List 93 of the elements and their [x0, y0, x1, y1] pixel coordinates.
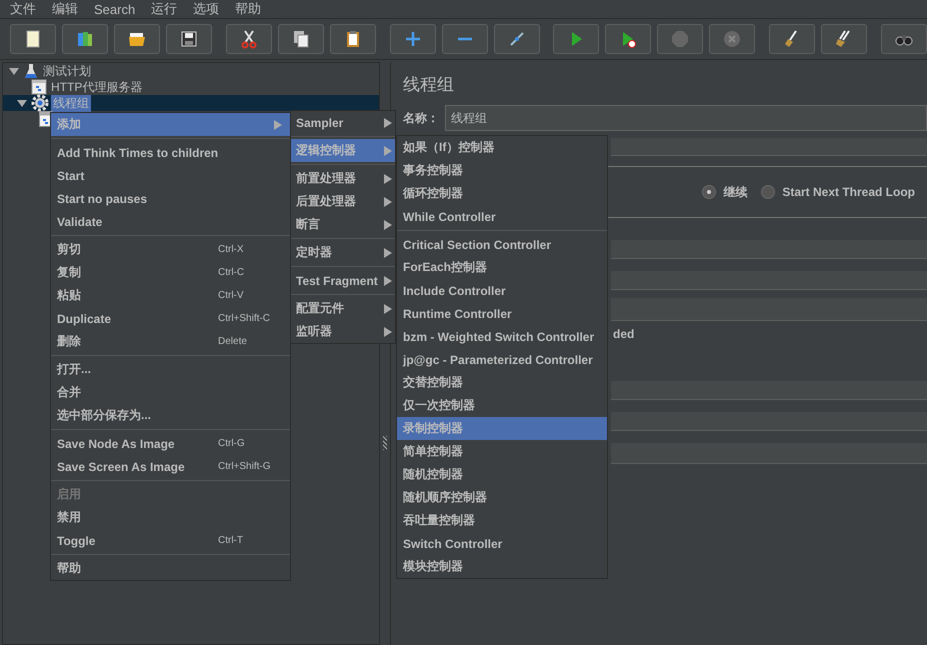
toolbar-button[interactable] [166, 24, 212, 54]
menu-item[interactable]: 随机控制器 [397, 463, 607, 486]
menu-item[interactable]: 剪切 Ctrl-X [51, 238, 290, 261]
menu-bar-item[interactable]: 编辑 [46, 0, 84, 18]
menu-item[interactable]: 合并 [51, 381, 290, 404]
text-field[interactable] [611, 240, 927, 259]
tree-item[interactable]: 测试计划 [41, 62, 93, 80]
menu-item[interactable]: While Controller [397, 205, 607, 228]
radio-option[interactable]: Start Next Thread Loop [761, 184, 915, 200]
menu-item[interactable]: Add Think Times to children [51, 141, 290, 164]
menu-item[interactable]: 模块控制器 [397, 555, 607, 578]
menu-item[interactable]: 交替控制器 [397, 371, 607, 394]
menu-item[interactable]: 帮助 [51, 557, 290, 580]
menu-item[interactable]: 监听器 [291, 320, 395, 343]
text-field[interactable] [611, 412, 927, 431]
menu-bar-item[interactable]: 文件 [4, 0, 42, 18]
menu-item[interactable]: Critical Section Controller [397, 233, 607, 256]
templates-icon [75, 29, 95, 49]
menu-item[interactable]: 断言 [291, 213, 395, 236]
menu-item[interactable]: Save Screen As Image Ctrl+Shift-G [51, 455, 290, 478]
text-field[interactable] [611, 381, 927, 400]
shutdown-icon [722, 29, 742, 49]
toolbar-button[interactable] [278, 24, 324, 54]
shortcut-label: Delete [218, 336, 247, 347]
menu-item[interactable]: 后置处理器 [291, 190, 395, 213]
menu-item[interactable]: 删除 Delete [51, 330, 290, 353]
menu-bar-item[interactable]: 运行 [145, 0, 184, 18]
menu-item[interactable]: Start [51, 164, 290, 187]
shortcut-label: Ctrl-X [218, 244, 244, 255]
menu-item[interactable]: bzm - Weighted Switch Controller [397, 325, 607, 348]
menu-item[interactable]: Save Node As Image Ctrl-G [51, 432, 290, 455]
menu-item[interactable]: 事务控制器 [397, 159, 607, 182]
splitter-handle[interactable] [383, 436, 387, 450]
menu-item[interactable]: 循环控制器 [397, 182, 607, 205]
menu-item[interactable]: Test Fragment [291, 269, 395, 292]
name-field[interactable]: 线程组 [445, 105, 927, 131]
checkbox-label: ded [613, 327, 634, 341]
menu-item[interactable]: 配置元件 [291, 297, 395, 320]
minus-icon [456, 37, 473, 41]
text-field[interactable] [611, 298, 927, 321]
menu-item[interactable]: Toggle Ctrl-T [51, 529, 290, 552]
menu-item[interactable]: 如果（If）控制器 [397, 136, 607, 159]
menu-item[interactable]: Include Controller [397, 279, 607, 302]
expand-icon[interactable] [9, 66, 19, 76]
flask-icon [23, 63, 39, 79]
text-field[interactable] [611, 443, 927, 464]
menu-item[interactable]: Sampler [291, 111, 395, 134]
panel-title: 线程组 [402, 74, 455, 96]
menu-item[interactable]: 复制 Ctrl-C [51, 261, 290, 284]
text-field[interactable] [611, 138, 927, 156]
menu-item[interactable]: 粘贴 Ctrl-V [51, 284, 290, 307]
toolbar-button[interactable] [880, 24, 927, 54]
expand-icon[interactable] [17, 98, 27, 108]
toolbar-button[interactable] [114, 24, 160, 54]
menu-bar-item[interactable]: 选项 [187, 0, 226, 18]
stop-icon [670, 29, 690, 49]
radio-option[interactable]: 继续 [702, 184, 748, 200]
menu-item[interactable]: 简单控制器 [397, 440, 607, 463]
menu-item[interactable]: Duplicate Ctrl+Shift-C [51, 307, 290, 330]
radio-button[interactable] [702, 185, 716, 199]
menu-item[interactable]: 选中部分保存为... [51, 404, 290, 427]
menu-item[interactable]: 前置处理器 [291, 167, 395, 190]
shortcut-label: Ctrl-C [218, 267, 244, 278]
menu-item[interactable]: jp@gc - Parameterized Controller [397, 348, 607, 371]
menu-bar-item[interactable]: 帮助 [229, 0, 268, 18]
window-icon [31, 79, 47, 95]
toolbar-button[interactable] [821, 24, 868, 54]
menu-item[interactable]: 禁用 [51, 506, 290, 529]
menu-item[interactable]: Start no pauses [51, 187, 290, 210]
cut-icon [238, 29, 259, 49]
menu-item[interactable]: ForEach控制器 [397, 256, 607, 279]
text-field[interactable] [611, 271, 927, 290]
tree-item[interactable]: HTTP代理服务器 [49, 78, 144, 96]
shortcut-label: Ctrl-G [218, 438, 245, 449]
menu-item[interactable]: 随机顺序控制器 [397, 486, 607, 509]
field-label: 名称： [403, 110, 439, 126]
menu-item[interactable]: 打开... [51, 358, 290, 381]
shortcut-label: Ctrl+Shift-C [218, 313, 270, 324]
menu-item[interactable]: 吞吐量控制器 [397, 509, 607, 532]
shortcut-label: Ctrl+Shift-G [218, 461, 271, 472]
menu-item[interactable]: Runtime Controller [397, 302, 607, 325]
radio-button[interactable] [761, 185, 776, 199]
toolbar-button[interactable] [10, 24, 56, 54]
menu-item[interactable]: 定时器 [291, 241, 395, 264]
menu-item[interactable]: Switch Controller [397, 532, 607, 555]
menu-item[interactable]: Validate [51, 210, 290, 233]
shortcut-label: Ctrl-V [218, 290, 244, 301]
shortcut-label: Ctrl-T [218, 535, 243, 546]
menu-bar-item[interactable]: Search [88, 2, 142, 16]
toolbar-button[interactable] [330, 24, 376, 54]
menu-item[interactable]: 仅一次控制器 [397, 394, 607, 417]
toolbar-button[interactable] [226, 24, 272, 54]
save-icon [179, 29, 199, 49]
